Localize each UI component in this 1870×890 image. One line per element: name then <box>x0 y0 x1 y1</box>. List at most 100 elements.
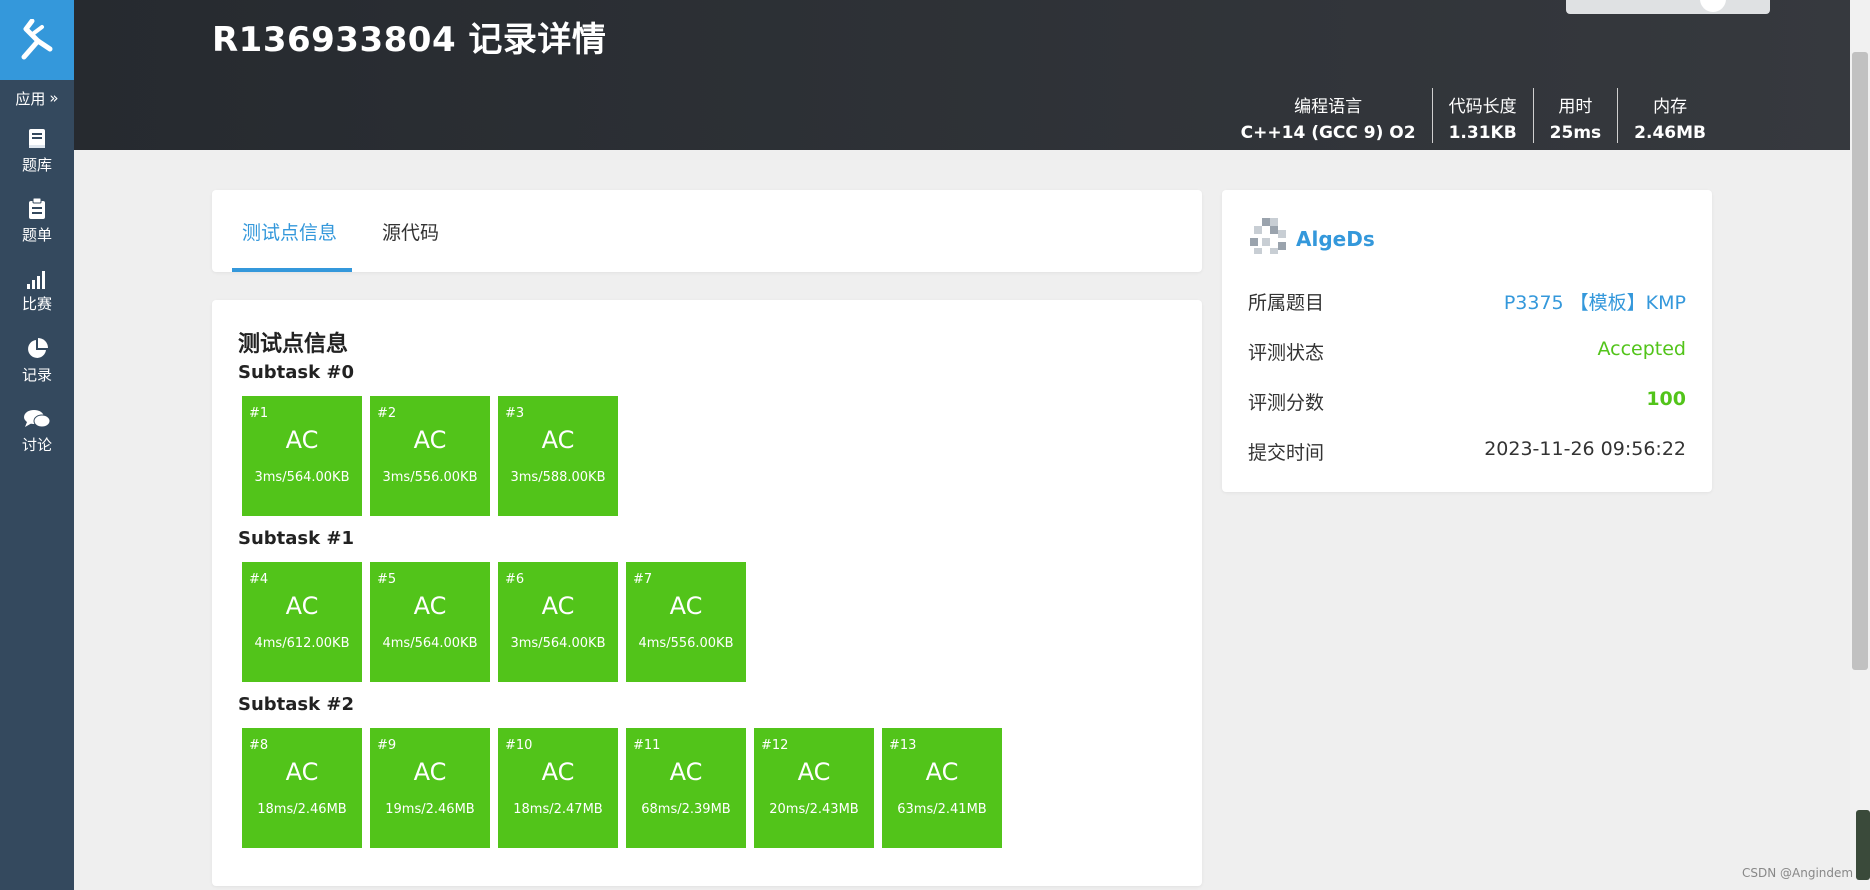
test-case-tile[interactable]: #13 AC 63ms/2.41MB <box>882 728 1002 848</box>
test-case-tile[interactable]: #3 AC 3ms/588.00KB <box>498 396 618 516</box>
info-row-score: 评测分数 100 <box>1248 388 1686 415</box>
test-cases-card: 测试点信息 Subtask #0 #1 AC 3ms/564.00KB #2 A… <box>212 300 1202 886</box>
tab-test-info[interactable]: 测试点信息 <box>232 190 347 272</box>
info-label: 所属题目 <box>1248 292 1325 314</box>
test-case-id: #10 <box>505 738 533 753</box>
test-case-status: AC <box>669 758 703 786</box>
test-case-status: AC <box>669 592 703 620</box>
test-case-tile[interactable]: #6 AC 3ms/564.00KB <box>498 562 618 682</box>
test-case-id: #9 <box>377 738 397 753</box>
test-case-tile[interactable]: #12 AC 20ms/2.43MB <box>754 728 874 848</box>
test-case-status: AC <box>413 592 447 620</box>
record-info-card: AlgeDs 所属题目 P3375 【模板】KMP 评测状态 Accepted … <box>1222 190 1712 492</box>
sidebar-item-label: 题单 <box>21 225 52 244</box>
sidebar: 应用 » 题库 题单 比赛 记录 讨论 <box>0 0 74 890</box>
test-case-status: AC <box>285 426 319 454</box>
stat-label: 代码长度 <box>1448 97 1517 117</box>
test-case-id: #13 <box>889 738 917 753</box>
test-case-status: AC <box>413 758 447 786</box>
test-case-status: AC <box>541 426 575 454</box>
test-case-usage: 20ms/2.43MB <box>769 802 859 817</box>
page-scrollbar-thumb[interactable] <box>1852 52 1868 670</box>
stat-value: 25ms <box>1549 123 1602 143</box>
stat-language: 编程语言 C++14 (GCC 9) O2 <box>1225 88 1432 143</box>
test-case-usage: 18ms/2.46MB <box>257 802 347 817</box>
sidebar-item-label: 比赛 <box>21 294 52 313</box>
test-case-id: #8 <box>249 738 269 753</box>
subtask-title: Subtask #0 <box>238 362 354 383</box>
sidebar-item-label: 题库 <box>21 155 52 174</box>
test-case-usage: 4ms/612.00KB <box>254 636 350 651</box>
sidebar-item-contests[interactable]: 比赛 <box>0 258 74 324</box>
test-case-tile[interactable]: #2 AC 3ms/556.00KB <box>370 396 490 516</box>
header-action-button[interactable] <box>1566 0 1770 14</box>
stat-label: 内存 <box>1653 97 1688 117</box>
test-case-usage: 4ms/556.00KB <box>638 636 734 651</box>
stat-code-length: 代码长度 1.31KB <box>1431 88 1533 143</box>
logo[interactable] <box>0 0 74 80</box>
score-value: 100 <box>1646 388 1686 410</box>
test-case-status: AC <box>285 592 319 620</box>
test-case-tile[interactable]: #10 AC 18ms/2.47MB <box>498 728 618 848</box>
test-case-tile[interactable]: #8 AC 18ms/2.46MB <box>242 728 362 848</box>
test-case-status: AC <box>925 758 959 786</box>
floating-widget-icon[interactable] <box>1856 810 1870 880</box>
test-case-usage: 4ms/564.00KB <box>382 636 478 651</box>
stat-time: 用时 25ms <box>1532 88 1618 143</box>
tab-label: 测试点信息 <box>242 221 338 244</box>
subtask-title: Subtask #2 <box>238 694 354 715</box>
book-icon <box>29 128 45 148</box>
signal-bars-icon <box>27 270 45 289</box>
info-label: 评测分数 <box>1248 392 1325 414</box>
sidebar-item-label: 记录 <box>21 365 52 384</box>
test-case-usage: 19ms/2.46MB <box>385 802 475 817</box>
test-case-usage: 63ms/2.41MB <box>897 802 987 817</box>
test-case-tile[interactable]: #11 AC 68ms/2.39MB <box>626 728 746 848</box>
test-case-tile[interactable]: #5 AC 4ms/564.00KB <box>370 562 490 682</box>
sidebar-item-label: 讨论 <box>21 435 52 454</box>
problem-link[interactable]: P3375 【模板】KMP <box>1504 288 1686 315</box>
chat-bubbles-icon <box>24 409 51 427</box>
test-case-usage: 3ms/588.00KB <box>510 470 606 485</box>
info-row-status: 评测状态 Accepted <box>1248 338 1686 365</box>
test-case-tile[interactable]: #4 AC 4ms/612.00KB <box>242 562 362 682</box>
stat-memory: 内存 2.46MB <box>1617 88 1722 143</box>
stat-value: 2.46MB <box>1634 123 1706 143</box>
submit-time-value: 2023-11-26 09:56:22 <box>1484 438 1686 460</box>
page-title: R136933804 记录详情 <box>212 20 607 60</box>
test-case-id: #5 <box>377 572 397 587</box>
test-case-tile[interactable]: #7 AC 4ms/556.00KB <box>626 562 746 682</box>
test-case-id: #7 <box>633 572 653 587</box>
test-case-status: AC <box>797 758 831 786</box>
tab-source-code[interactable]: 源代码 <box>372 190 449 272</box>
info-row-submit-time: 提交时间 2023-11-26 09:56:22 <box>1248 438 1686 465</box>
test-case-id: #12 <box>761 738 789 753</box>
sidebar-item-records[interactable]: 记录 <box>0 328 74 394</box>
stat-value: 1.31KB <box>1448 123 1517 143</box>
test-case-id: #3 <box>505 406 525 421</box>
test-case-status: AC <box>413 426 447 454</box>
test-case-tile[interactable]: #1 AC 3ms/564.00KB <box>242 396 362 516</box>
test-case-tile[interactable]: #9 AC 19ms/2.46MB <box>370 728 490 848</box>
test-case-usage: 68ms/2.39MB <box>641 802 731 817</box>
avatar[interactable] <box>1248 216 1288 256</box>
test-case-status: AC <box>285 758 319 786</box>
test-case-id: #1 <box>249 406 269 421</box>
test-case-status: AC <box>541 758 575 786</box>
tabs-card: 测试点信息 源代码 <box>212 190 1202 272</box>
app-toggle[interactable]: 应用 » <box>0 84 74 112</box>
subtask-title: Subtask #1 <box>238 528 354 549</box>
double-chevron-right-icon: » <box>49 89 59 107</box>
stat-value: C++14 (GCC 9) O2 <box>1240 123 1416 143</box>
test-case-usage: 18ms/2.47MB <box>513 802 603 817</box>
sidebar-item-discuss[interactable]: 讨论 <box>0 398 74 464</box>
clipboard-icon <box>29 197 45 219</box>
sidebar-item-problem-lists[interactable]: 题单 <box>0 188 74 254</box>
user-name-link[interactable]: AlgeDs <box>1296 227 1375 251</box>
test-case-usage: 3ms/556.00KB <box>382 470 478 485</box>
pie-chart-icon <box>28 337 48 358</box>
stat-label: 用时 <box>1558 97 1593 117</box>
sidebar-item-problems[interactable]: 题库 <box>0 118 74 184</box>
luogu-logo-icon <box>21 19 53 60</box>
watermark: CSDN @Angindem <box>1742 866 1854 880</box>
